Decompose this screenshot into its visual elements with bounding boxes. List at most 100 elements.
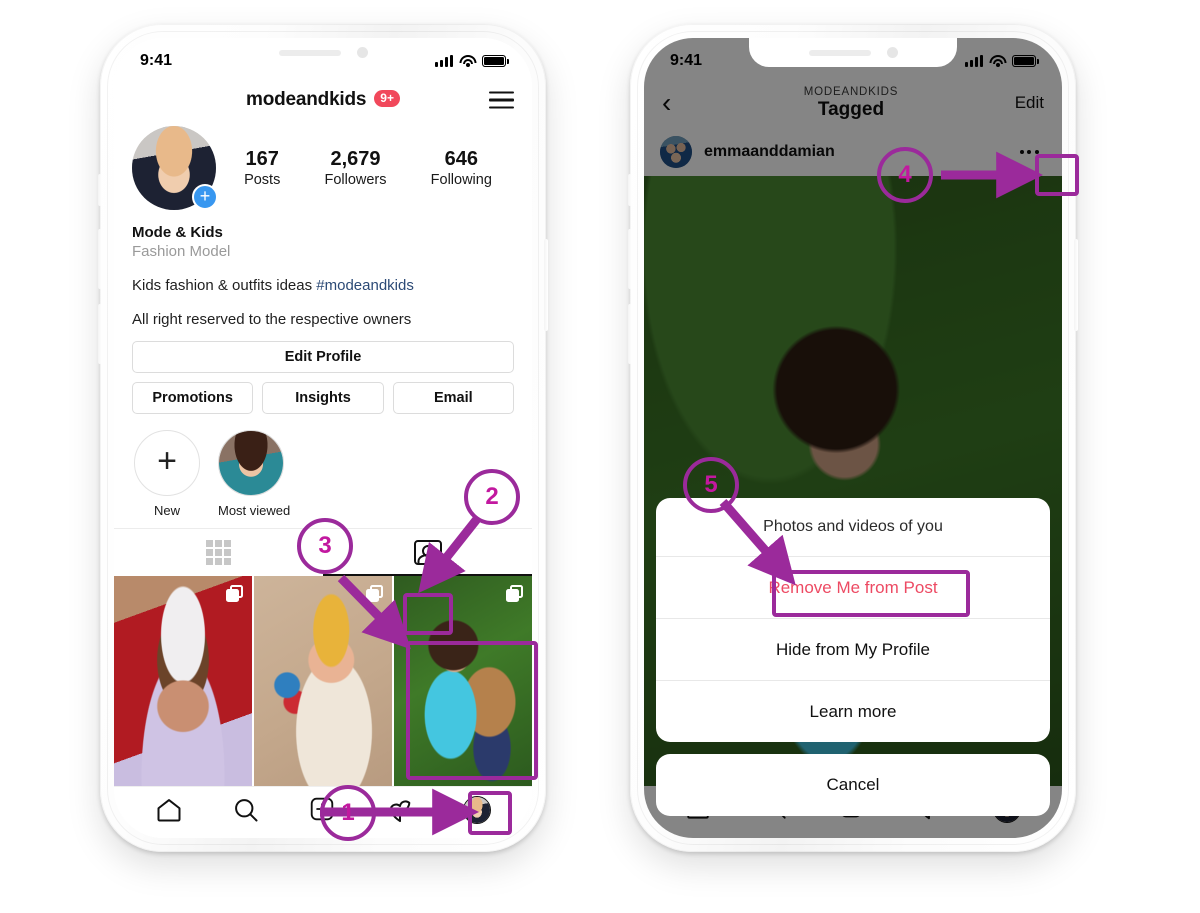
email-button[interactable]: Email	[392, 382, 514, 414]
highlight-most-viewed[interactable]: Most viewed	[218, 430, 291, 518]
tagged-tab[interactable]	[323, 529, 532, 576]
tagged-person-icon	[413, 540, 442, 565]
mute-switch-right[interactable]	[628, 174, 632, 206]
wifi-icon	[989, 54, 1006, 68]
highlight-cover	[218, 430, 284, 496]
learn-more-option[interactable]: Learn more	[656, 680, 1050, 742]
post-author-row: emmaanddamian	[644, 128, 1062, 176]
profile-tabs	[114, 528, 532, 576]
bio-hashtag-link[interactable]: #modeandkids	[316, 277, 414, 294]
profile-summary-row: + 167 Posts 2,679 Followers 646 Followin…	[114, 122, 532, 210]
cancel-button[interactable]: Cancel	[656, 754, 1050, 816]
grid-post-1[interactable]	[114, 576, 253, 786]
volume-up-button-right[interactable]	[628, 229, 632, 289]
signal-icon	[435, 55, 453, 67]
right-phone-mockup: ‹ MODEANDKIDS Tagged Edit emmaanddamian	[628, 24, 1078, 852]
secondary-buttons-row: Promotions Insights Email	[132, 382, 514, 414]
front-camera-icon	[886, 47, 898, 58]
left-phone-screen: 9:41 modeandkids 9+ + 167 Posts 2,679 Fo…	[114, 38, 532, 838]
power-button-left[interactable]	[544, 239, 548, 331]
battery-icon	[1012, 55, 1039, 67]
action-sheet-title: Photos and videos of you	[763, 518, 943, 535]
posts-label: Posts	[244, 172, 281, 188]
instagram-profile-screen: modeandkids 9+ + 167 Posts 2,679 Followe…	[114, 38, 532, 838]
notification-badge: 9+	[374, 90, 400, 107]
signal-icon	[965, 55, 983, 67]
edit-profile-button[interactable]: Edit Profile	[132, 341, 514, 373]
following-label: Following	[430, 172, 492, 188]
right-phone-screen: ‹ MODEANDKIDS Tagged Edit emmaanddamian	[644, 38, 1062, 838]
profile-stats: 167 Posts 2,679 Followers 646 Following	[216, 148, 514, 188]
notch-left	[219, 38, 427, 67]
posts-count: 167	[245, 148, 279, 170]
header-subtitle: MODEANDKIDS	[803, 85, 899, 98]
hide-from-my-profile-option[interactable]: Hide from My Profile	[656, 618, 1050, 680]
bio-line-2: All right reserved to the respective own…	[132, 311, 412, 328]
highlight-label: New	[153, 503, 180, 518]
multi-photo-icon	[226, 585, 244, 602]
insights-button[interactable]: Insights	[262, 382, 384, 414]
wifi-icon	[459, 54, 476, 68]
stat-posts[interactable]: 167 Posts	[244, 148, 280, 188]
post-username[interactable]: emmaanddamian	[704, 143, 835, 161]
multi-photo-icon	[366, 585, 384, 602]
bio-line-1: Kids fashion & outfits ideas #modeandkid…	[132, 277, 514, 294]
emmaanddamian-avatar[interactable]	[660, 136, 692, 168]
multi-photo-icon	[505, 585, 523, 602]
remove-me-from-post-option[interactable]: Remove Me from Post	[656, 556, 1050, 618]
highlight-label: Most viewed	[218, 503, 291, 518]
following-count: 646	[444, 148, 478, 170]
avatar[interactable]: +	[132, 126, 218, 210]
status-indicators	[965, 54, 1039, 68]
speaker-grille-icon	[278, 49, 341, 56]
tagged-header: ‹ MODEANDKIDS Tagged Edit	[644, 78, 1062, 128]
followers-count: 2,679	[330, 148, 381, 170]
volume-up-button-left[interactable]	[98, 229, 102, 289]
profile-action-buttons: Edit Profile Promotions Insights Email	[114, 328, 532, 414]
stat-followers[interactable]: 2,679 Followers	[324, 148, 386, 188]
tagged-posts-screen: ‹ MODEANDKIDS Tagged Edit emmaanddamian	[644, 38, 1062, 838]
plus-badge-icon[interactable]: +	[192, 184, 218, 210]
action-sheet: Photos and videos of you Remove Me from …	[656, 498, 1050, 742]
status-time: 9:41	[670, 52, 703, 69]
posts-grid	[114, 576, 532, 786]
volume-down-button-right[interactable]	[628, 304, 632, 364]
plus-square-icon[interactable]	[309, 796, 337, 824]
profile-category: Fashion Model	[132, 243, 231, 260]
chevron-left-icon[interactable]: ‹	[662, 89, 702, 117]
front-camera-icon	[356, 47, 368, 58]
profile-header: modeandkids 9+	[114, 78, 532, 122]
grid-post-2[interactable]	[253, 576, 393, 786]
grid-post-3[interactable]	[393, 576, 532, 786]
story-highlights: + New Most viewed	[114, 414, 532, 528]
more-options-icon[interactable]	[1012, 138, 1046, 166]
volume-down-button-left[interactable]	[98, 304, 102, 364]
bottom-nav-bar	[114, 786, 532, 838]
highlight-new[interactable]: + New	[134, 430, 200, 518]
grid-tab[interactable]	[114, 529, 323, 576]
promotions-button[interactable]: Promotions	[132, 382, 254, 414]
heart-icon[interactable]	[386, 796, 414, 824]
power-button-right[interactable]	[1074, 239, 1078, 331]
mute-switch-left[interactable]	[98, 174, 102, 206]
status-time: 9:41	[140, 52, 173, 69]
speaker-grille-icon	[808, 49, 871, 56]
left-phone-mockup: 9:41 modeandkids 9+ + 167 Posts 2,679 Fo…	[98, 24, 548, 852]
status-indicators	[435, 54, 509, 68]
bio-text: Kids fashion & outfits ideas	[132, 277, 317, 294]
profile-bio: Mode & Kids Fashion Model Kids fashion &…	[114, 210, 532, 328]
stat-following[interactable]: 646 Following	[431, 148, 492, 188]
profile-avatar-icon[interactable]	[463, 795, 492, 824]
grid-icon	[206, 540, 231, 565]
header-title: Tagged	[817, 98, 885, 120]
home-icon[interactable]	[155, 796, 183, 824]
hamburger-menu-icon[interactable]	[489, 91, 514, 109]
header-titles: MODEANDKIDS Tagged	[702, 86, 1000, 121]
edit-button[interactable]: Edit	[1000, 93, 1044, 113]
profile-display-name: Mode & Kids	[132, 224, 223, 241]
search-icon[interactable]	[232, 796, 260, 824]
profile-username-header[interactable]: modeandkids 9+	[246, 89, 400, 111]
plus-icon: +	[134, 430, 200, 496]
notch-right	[749, 38, 957, 67]
followers-label: Followers	[324, 172, 387, 188]
